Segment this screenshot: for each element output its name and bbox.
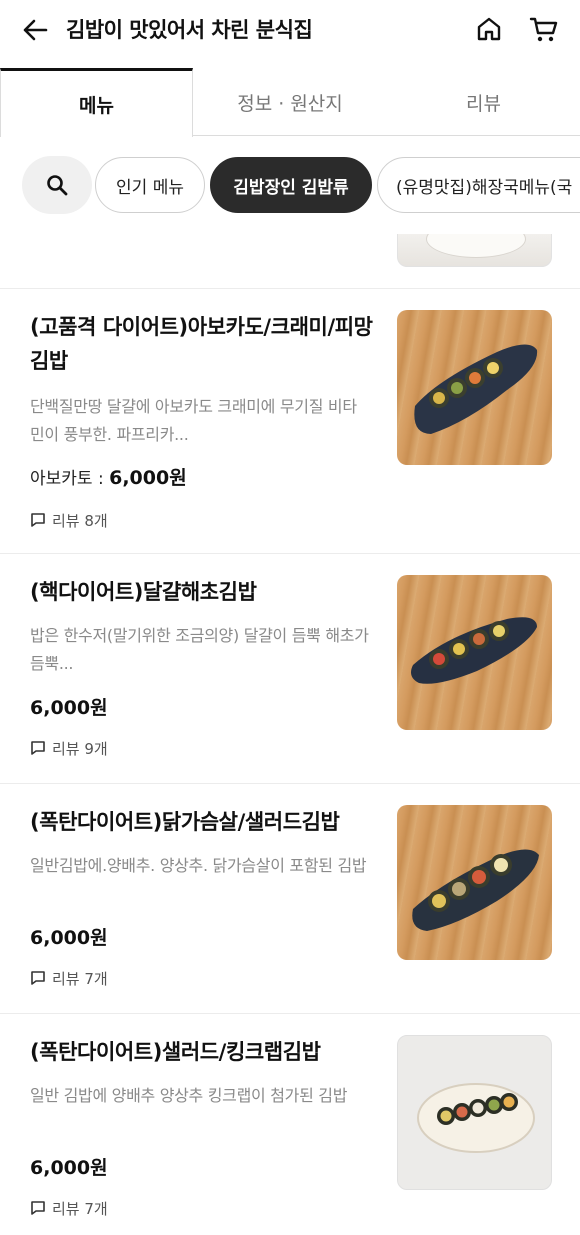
home-button[interactable] xyxy=(472,12,506,46)
comment-icon xyxy=(31,741,45,755)
tab-reviews[interactable]: 리뷰 xyxy=(387,68,580,136)
price-option-label: 아보카토 : xyxy=(30,469,110,489)
app-header: 김밥이 맛있어서 차린 분식집 xyxy=(0,0,580,60)
store-title: 김밥이 맛있어서 차린 분식집 xyxy=(66,18,313,42)
cart-icon xyxy=(529,17,558,42)
review-count: 리뷰 7개 xyxy=(30,967,108,989)
menu-item-price-row: 아보카토 : 6,000원 xyxy=(30,464,187,493)
tab-menu[interactable]: 메뉴 xyxy=(0,68,193,137)
menu-item-image xyxy=(397,1035,552,1190)
comment-icon xyxy=(31,513,45,527)
review-count: 리뷰 7개 xyxy=(30,1197,108,1219)
menu-item-price-row: 6,000원 xyxy=(30,1154,108,1182)
menu-search-button[interactable] xyxy=(22,156,92,214)
review-count-label: 리뷰 7개 xyxy=(52,1199,108,1218)
category-chip-popular[interactable]: 인기 메뉴 xyxy=(95,157,205,213)
menu-item[interactable]: (폭탄다이어트)샐러드/킹크랩김밥 일반 김밥에 양배추 양상추 킹크랩이 첨가… xyxy=(0,1014,580,1235)
menu-item-name: (핵다이어트)달걀해초김밥 xyxy=(30,580,257,604)
menu-item-name: (폭탄다이어트)샐러드/킹크랩김밥 xyxy=(30,1040,321,1064)
menu-item-description: 밥은 한수저(말기위한 조금의양) 달걀이 듬뿍 해초가듬뿍... xyxy=(30,626,369,673)
menu-item-partial[interactable] xyxy=(0,234,580,289)
menu-item-description: 일반김밥에.양배추. 양상추. 닭가슴살이 포함된 김밥 xyxy=(30,856,367,875)
menu-item-name: (폭탄다이어트)닭가슴살/샐러드김밥 xyxy=(30,810,340,834)
review-count: 리뷰 9개 xyxy=(30,737,108,759)
review-count-label: 리뷰 7개 xyxy=(52,969,108,988)
comment-icon xyxy=(31,971,45,985)
menu-item-price: 6,000원 xyxy=(30,1157,108,1179)
tab-info-origin[interactable]: 정보 · 원산지 xyxy=(193,68,387,136)
review-count-label: 리뷰 8개 xyxy=(52,511,108,530)
menu-item-price: 6,000원 xyxy=(109,467,187,489)
arrow-left-icon xyxy=(23,19,48,41)
review-count-label: 리뷰 9개 xyxy=(52,739,108,758)
home-icon xyxy=(477,17,501,41)
menu-item-image xyxy=(397,234,552,267)
menu-item[interactable]: (고품격 다이어트)아보카도/크래미/피망김밥 단백질만땅 달걀에 아보카도 크… xyxy=(0,290,580,554)
menu-item-description: 단백질만땅 달걀에 아보카도 크래미에 무기질 비타민이 풍부한. 파프리카..… xyxy=(30,397,357,444)
menu-item[interactable]: (핵다이어트)달걀해초김밥 밥은 한수저(말기위한 조금의양) 달걀이 듬뿍 해… xyxy=(0,554,580,784)
menu-item-price-row: 6,000원 xyxy=(30,694,108,722)
menu-item-price: 6,000원 xyxy=(30,927,108,949)
menu-item-description: 일반 김밥에 양배추 양상추 킹크랩이 첨가된 김밥 xyxy=(30,1086,348,1105)
category-chip-bar: 인기 메뉴 김밥장인 김밥류 (유명맛집)해장국메뉴(국 xyxy=(0,156,580,216)
menu-item-image xyxy=(397,310,552,465)
back-button[interactable] xyxy=(18,14,52,46)
comment-icon xyxy=(31,1201,45,1215)
tab-bar: 메뉴 정보 · 원산지 리뷰 xyxy=(0,68,580,137)
menu-item-name: (고품격 다이어트)아보카도/크래미/피망김밥 xyxy=(30,315,373,373)
review-count: 리뷰 8개 xyxy=(30,509,108,531)
menu-item-image xyxy=(397,805,552,960)
menu-item-price-row: 6,000원 xyxy=(30,924,108,952)
category-chip-haejangguk[interactable]: (유명맛집)해장국메뉴(국 xyxy=(377,157,580,213)
cart-button[interactable] xyxy=(526,12,562,46)
menu-item-image xyxy=(397,575,552,730)
menu-item[interactable]: (폭탄다이어트)닭가슴살/샐러드김밥 일반김밥에.양배추. 양상추. 닭가슴살이… xyxy=(0,784,580,1014)
menu-item-price: 6,000원 xyxy=(30,697,108,719)
category-chip-kimbap[interactable]: 김밥장인 김밥류 xyxy=(210,157,372,213)
search-icon xyxy=(47,175,68,196)
